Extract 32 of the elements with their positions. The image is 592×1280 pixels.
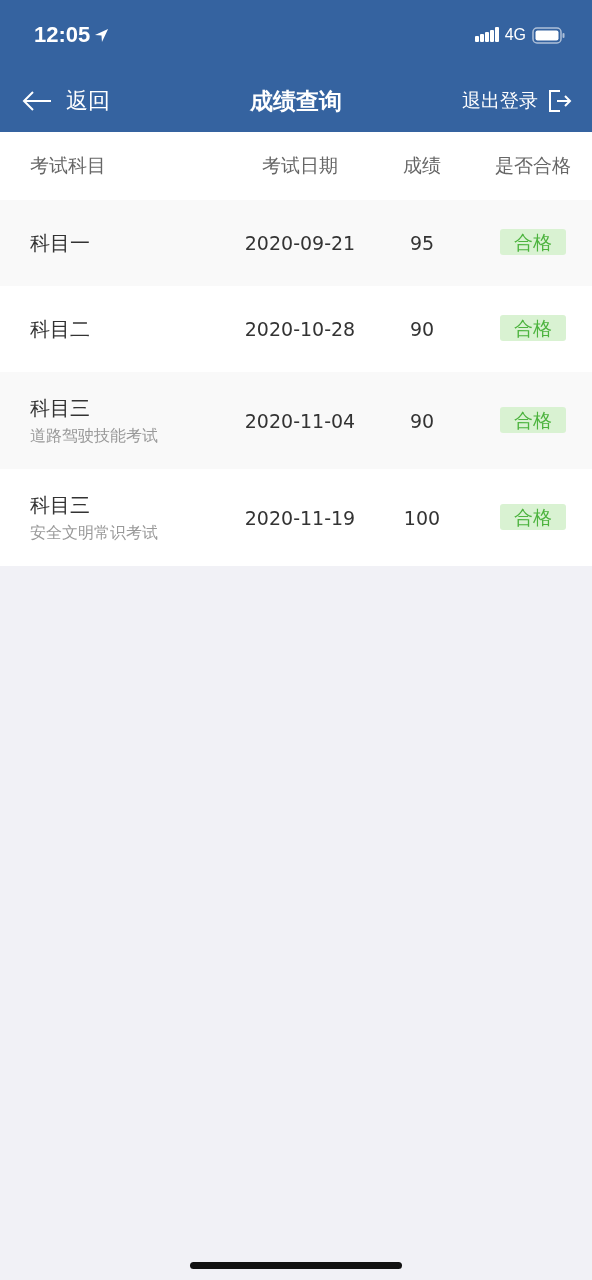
back-arrow-icon [22,90,52,112]
result-tag: 合格 [500,406,566,433]
subject-description: 安全文明常识考试 [30,522,159,544]
signal-icon [474,27,499,43]
logout-button[interactable]: 退出登录 [462,88,572,114]
exam-date: 2020-09-21 [244,232,356,254]
column-header: 成绩 [403,153,441,178]
network-label: 4G [504,26,526,44]
exam-score: 90 [409,318,435,340]
battery-icon [532,26,566,44]
subject-name: 科目三 [30,491,91,519]
exam-date: 2020-10-28 [244,318,356,340]
exam-score: 95 [409,232,435,254]
result-tag: 合格 [500,229,566,255]
subject-description: 道路驾驶技能考试 [30,425,159,447]
subject-name: 科目二 [30,315,91,343]
exam-date: 2020-11-19 [244,506,356,529]
result-tag: 合格 [500,315,566,341]
location-arrow-icon [94,27,110,43]
subject-name: 科目三 [30,394,91,422]
column-header: 考试日期 [262,153,338,178]
page-title: 成绩查询 [250,86,342,116]
back-button[interactable]: 返回 [22,86,110,116]
column-header: 考试科目 [29,153,107,178]
exam-date: 2020-11-04 [244,409,356,432]
column-header: 是否合格 [495,153,571,178]
exam-score: 100 [403,506,441,529]
result-tag: 合格 [500,503,566,530]
subject-name: 科目一 [30,229,91,257]
logout-icon [548,89,572,113]
exam-score: 90 [409,409,435,432]
status-time: 12:05 [34,22,91,48]
